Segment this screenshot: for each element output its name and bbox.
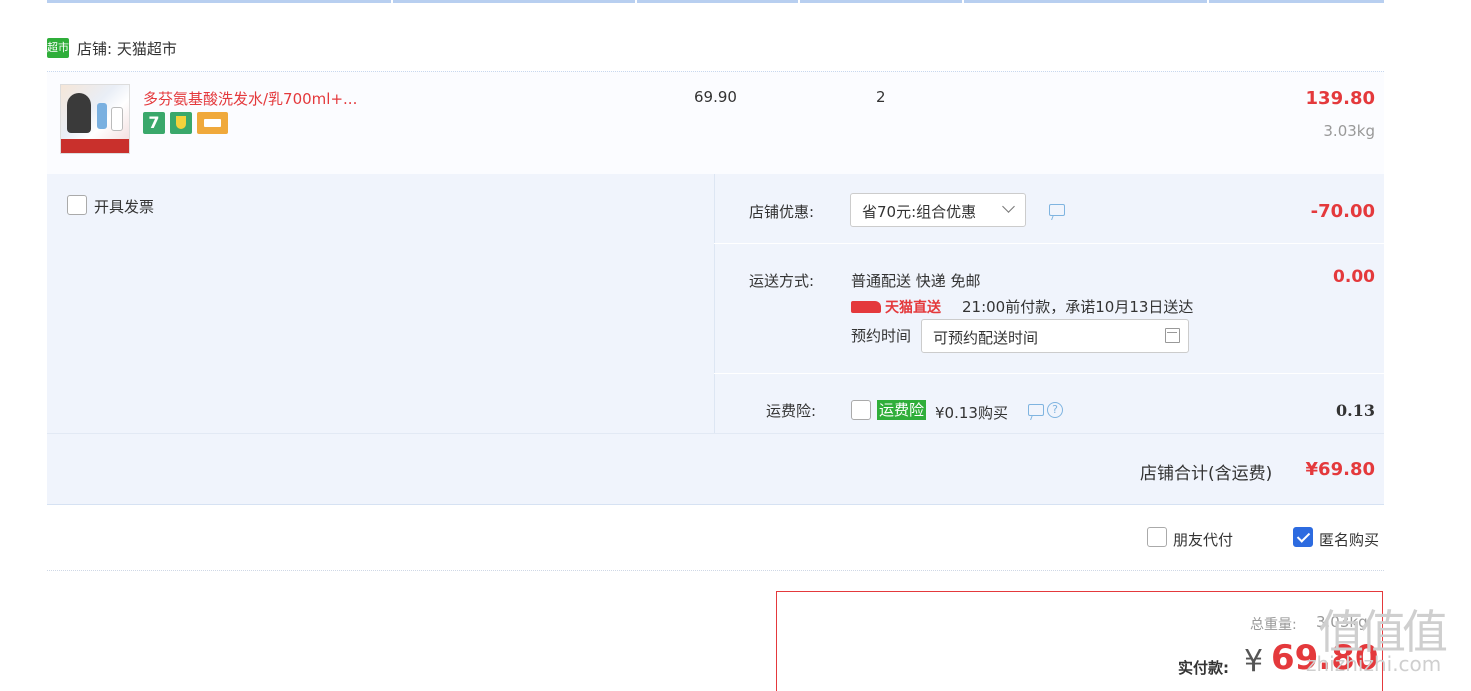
appointment-input[interactable]: 可预约配送时间 xyxy=(921,319,1189,353)
insurance-tag: 运费险 xyxy=(877,400,927,420)
row-divider xyxy=(714,373,1384,374)
unit-price: 69.90 xyxy=(694,88,737,106)
item-quantity: 2 xyxy=(876,88,886,106)
shop-name-link[interactable]: 天猫超市 xyxy=(117,40,177,58)
delivery-amount: 0.00 xyxy=(1333,267,1375,287)
discount-amount: -70.00 xyxy=(1310,201,1375,222)
insurance-checkbox[interactable] xyxy=(851,400,871,420)
total-weight-label: 总重量: xyxy=(1250,617,1297,633)
watermark-site: zhizhizhi.com xyxy=(1306,652,1442,676)
message-icon[interactable] xyxy=(1049,204,1065,216)
discount-select[interactable]: 省70元:组合优惠 xyxy=(850,193,1026,227)
shop-total-amount: ¥69.80 xyxy=(1305,459,1375,480)
insurance-amount: 0.13 xyxy=(1336,401,1375,420)
section-divider xyxy=(47,570,1384,571)
insurance-price: ¥0.13购买 xyxy=(935,404,1008,422)
message-icon[interactable] xyxy=(1028,404,1044,416)
pay-label: 实付款: xyxy=(1178,659,1229,677)
friend-pay-label: 朋友代付 xyxy=(1173,531,1234,549)
anonymous-label: 匿名购买 xyxy=(1319,531,1380,549)
item-subtotal: 139.80 xyxy=(1305,88,1375,109)
tmall-direct-tag: 天猫直送 xyxy=(851,297,941,317)
row-divider xyxy=(714,243,1384,244)
invoice-checkbox[interactable] xyxy=(67,195,87,215)
appointment-value: 可预约配送时间 xyxy=(933,329,1039,347)
product-title-link[interactable]: 多芬氨基酸洗发水/乳700ml+... xyxy=(143,88,357,109)
shop-label: 店铺: xyxy=(77,40,113,58)
anonymous-checkbox[interactable] xyxy=(1293,527,1313,547)
table-header-bar xyxy=(47,0,1384,3)
guarantee-shield-icon xyxy=(170,112,192,134)
delivery-method: 普通配送 快递 免邮 xyxy=(851,272,981,290)
calendar-icon[interactable] xyxy=(1165,328,1180,343)
insurance-label: 运费险: xyxy=(766,402,817,420)
shop-name: 店铺: 天猫超市 xyxy=(77,38,177,59)
invoice-label: 开具发票 xyxy=(94,198,155,216)
discount-selected: 省70元:组合优惠 xyxy=(862,203,977,221)
currency-symbol: ¥ xyxy=(1244,644,1264,679)
cart-item-row xyxy=(47,71,1384,175)
delivery-label: 运送方式: xyxy=(749,272,815,290)
appointment-label: 预约时间 xyxy=(851,327,912,345)
chevron-down-icon xyxy=(1002,200,1015,213)
friend-pay-checkbox[interactable] xyxy=(1147,527,1167,547)
product-thumbnail[interactable] xyxy=(60,84,130,154)
panel-divider xyxy=(714,174,715,433)
help-icon[interactable]: ? xyxy=(1047,402,1063,418)
credit-card-icon xyxy=(197,112,228,134)
tmall-cat-icon xyxy=(851,301,881,313)
delivery-promise: 21:00前付款，承诺10月13日送达 xyxy=(962,298,1194,316)
supermarket-icon: 超市 xyxy=(47,38,69,58)
seven-day-return-icon: 7 xyxy=(143,112,165,134)
discount-label: 店铺优惠: xyxy=(749,203,815,221)
shop-total-label: 店铺合计(含运费) xyxy=(1140,464,1273,484)
item-weight: 3.03kg xyxy=(1323,122,1375,140)
row-divider xyxy=(47,433,1384,434)
